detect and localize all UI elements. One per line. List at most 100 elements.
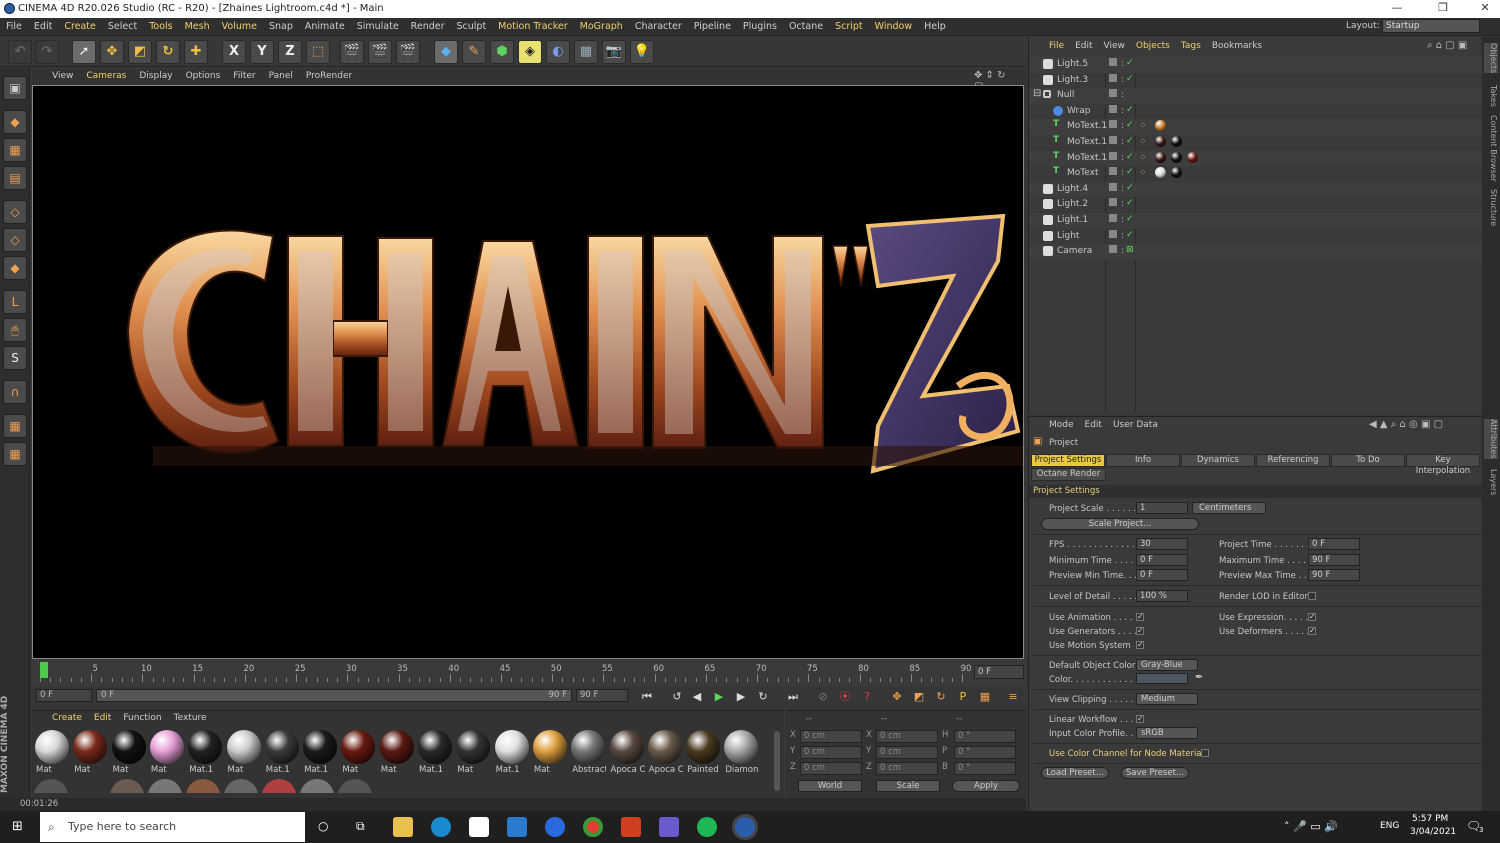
lod-input[interactable]: 100 %	[1136, 590, 1188, 602]
attribute-menu-edit[interactable]: Edit	[1085, 420, 1102, 430]
preview-range-slider[interactable]: 0 F 90 F	[96, 689, 572, 702]
enabled-check-icon[interactable]: ✓	[1126, 105, 1134, 115]
render-picture-viewer-icon[interactable]: 🎬	[368, 40, 392, 64]
tab-referencing[interactable]: Referencing	[1256, 454, 1330, 467]
spotify-icon[interactable]	[697, 817, 717, 837]
previous-key-icon[interactable]: ↺	[668, 688, 686, 706]
sculpt-grid-icon[interactable]: ▦	[3, 442, 27, 466]
material-tag-icon[interactable]	[1171, 136, 1182, 147]
viewport-menu-view[interactable]: View	[52, 71, 73, 81]
menu-pipeline[interactable]: Pipeline	[694, 21, 731, 32]
polygons-mode-icon[interactable]: ◆	[3, 256, 27, 280]
coord-mode-select[interactable]: Scale	[876, 780, 940, 792]
undo-icon[interactable]: ↶	[8, 40, 32, 64]
object-row[interactable]: T MoText.1: ✓ ⁘	[1029, 119, 1482, 135]
floor-icon[interactable]: ▦	[574, 40, 598, 64]
viewport-menu-prorender[interactable]: ProRender	[306, 71, 352, 81]
rotate-icon[interactable]: ↻	[156, 40, 180, 64]
menu-window[interactable]: Window	[875, 21, 912, 32]
visibility-dots-icon[interactable]: :	[1121, 59, 1124, 69]
object-row[interactable]: Camera: ⊠	[1029, 244, 1482, 260]
material-swatch[interactable]: Apoca C	[609, 729, 645, 779]
object-layer-icon[interactable]	[1109, 58, 1117, 66]
object-row[interactable]: Wrap: ✓	[1029, 104, 1482, 120]
coord-value-field[interactable]: 0 cm	[800, 762, 862, 775]
cube-icon[interactable]: ◆	[434, 40, 458, 64]
material-ball[interactable]	[110, 779, 144, 793]
material-swatch[interactable]: Mat	[379, 729, 415, 779]
viewport-menu-options[interactable]: Options	[186, 71, 221, 81]
key-scale-icon[interactable]: ◩	[910, 688, 928, 706]
material-ball[interactable]	[34, 779, 68, 793]
save-preset-button[interactable]: Save Preset...	[1121, 767, 1189, 779]
render-tag-icon[interactable]: ⊠	[1126, 245, 1134, 255]
object-menu-bookmarks[interactable]: Bookmarks	[1212, 41, 1262, 51]
coord-value-field[interactable]: 0 °	[954, 746, 1016, 759]
coord-value-field[interactable]: 0 °	[954, 730, 1016, 743]
render-settings-icon[interactable]: 🎬	[396, 40, 420, 64]
tab-octane-render[interactable]: Octane Render	[1031, 468, 1106, 481]
coord-value-field[interactable]: 0 cm	[876, 762, 938, 775]
object-row[interactable]: ⊟ Null:	[1029, 88, 1482, 104]
playhead[interactable]	[40, 662, 48, 678]
workplane-icon[interactable]: ▤	[3, 166, 27, 190]
tab-project-settings[interactable]: Project Settings	[1031, 454, 1105, 467]
material-swatch[interactable]: Mat.1	[494, 729, 530, 779]
use-expression-checkbox[interactable]: ✓	[1308, 613, 1316, 621]
use-deformers-checkbox[interactable]: ✓	[1308, 627, 1316, 635]
material-swatch[interactable]: Mat.1	[302, 729, 338, 779]
axis-mode-icon[interactable]: L	[3, 290, 27, 314]
points-mode-icon[interactable]: ◇	[3, 200, 27, 224]
max-time-input[interactable]: 90 F	[1308, 554, 1360, 566]
clock-time[interactable]: 5:57 PM	[1412, 814, 1448, 824]
node-material-checkbox[interactable]	[1201, 749, 1209, 757]
tab-info[interactable]: Info	[1106, 454, 1180, 467]
model-mode-icon[interactable]: ◆	[3, 110, 27, 134]
side-tab-objects[interactable]: Objects	[1484, 43, 1498, 74]
office-icon[interactable]	[621, 817, 641, 837]
pen-spline-icon[interactable]: ✎	[462, 40, 486, 64]
material-swatch[interactable]: Painted	[685, 729, 721, 779]
material-swatch[interactable]: Mat	[111, 729, 147, 779]
material-menu-function[interactable]: Function	[123, 713, 161, 723]
3d-viewport[interactable]	[32, 85, 1024, 659]
grid-icon[interactable]: ▦	[3, 414, 27, 438]
cortana-icon[interactable]: ○	[318, 819, 328, 833]
material-ball[interactable]	[224, 779, 258, 793]
enabled-check-icon[interactable]: ✓	[1126, 152, 1134, 162]
menu-create[interactable]: Create	[64, 21, 96, 32]
record-keys-icon[interactable]: ⊘	[814, 688, 832, 706]
chrome-icon[interactable]	[583, 817, 603, 837]
discord-icon[interactable]	[659, 817, 679, 837]
coord-value-field[interactable]: 0 cm	[800, 730, 862, 743]
linear-workflow-checkbox[interactable]: ✓	[1136, 715, 1144, 723]
project-scale-input[interactable]: 1	[1136, 502, 1188, 514]
object-layer-icon[interactable]	[1109, 136, 1117, 144]
render-lod-checkbox[interactable]	[1308, 592, 1316, 600]
object-layer-icon[interactable]	[1109, 167, 1117, 176]
menu-select[interactable]: Select	[108, 21, 137, 32]
visibility-dots-icon[interactable]: :	[1121, 199, 1124, 209]
y-axis-icon[interactable]: Y	[250, 40, 274, 64]
restore-icon[interactable]: ❐	[1428, 1, 1458, 14]
side-tab-layers[interactable]: Layers	[1484, 469, 1498, 495]
menu-motion-tracker[interactable]: Motion Tracker	[498, 21, 568, 32]
texture-tag-icon[interactable]: ⁘	[1139, 121, 1147, 131]
z-axis-icon[interactable]: Z	[278, 40, 302, 64]
render-view-icon[interactable]: 🎬	[340, 40, 364, 64]
minimize-icon[interactable]: —	[1382, 1, 1412, 14]
material-menu-edit[interactable]: Edit	[94, 713, 111, 723]
visibility-dots-icon[interactable]: :	[1121, 75, 1124, 85]
visibility-dots-icon[interactable]: :	[1121, 90, 1124, 100]
side-tab-attributes[interactable]: Attributes	[1484, 419, 1498, 459]
object-menu-edit[interactable]: Edit	[1075, 41, 1092, 51]
next-key-icon[interactable]: ↻	[754, 688, 772, 706]
material-swatch[interactable]: Mat	[532, 729, 568, 779]
windows-start-icon[interactable]: ⊞	[12, 819, 23, 834]
material-tag-icon[interactable]	[1171, 151, 1182, 163]
enabled-check-icon[interactable]: ✓	[1126, 58, 1134, 68]
attribute-menu-user-data[interactable]: User Data	[1113, 420, 1158, 430]
visibility-dots-icon[interactable]: :	[1121, 137, 1124, 147]
object-row[interactable]: Light.5: ✓	[1029, 57, 1482, 73]
close-icon[interactable]: ✕	[1470, 1, 1500, 14]
